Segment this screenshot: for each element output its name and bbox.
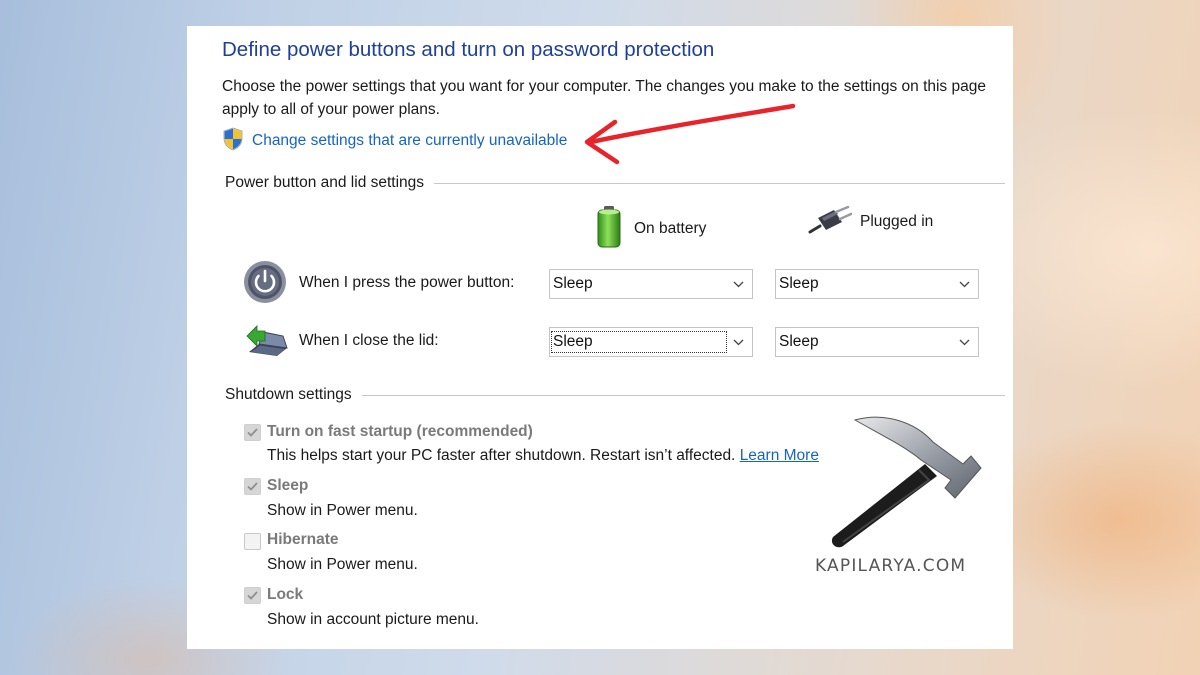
select-value: Sleep: [779, 275, 819, 292]
hibernate-desc: Show in Power menu.: [267, 556, 418, 573]
sleep-title: Sleep: [267, 477, 309, 494]
close-lid-label: When I close the lid:: [299, 332, 439, 349]
change-settings-label: Change settings that are currently unava…: [252, 132, 568, 149]
power-section-label: Power button and lid settings: [225, 174, 425, 191]
chevron-down-icon: [733, 333, 744, 351]
shutdown-section-header: Shutdown settings: [225, 385, 1005, 405]
watermark-text: KAPILARYA.COM: [815, 556, 967, 576]
select-value: Sleep: [553, 275, 593, 292]
fast-startup-desc-text: This helps start your PC faster after sh…: [267, 447, 736, 464]
select-value: Sleep: [779, 333, 819, 350]
fast-startup-desc: This helps start your PC faster after sh…: [267, 447, 819, 465]
plugged-in-label: Plugged in: [860, 212, 934, 230]
fast-startup-checkbox[interactable]: [244, 424, 261, 441]
close-lid-plugged-select[interactable]: Sleep: [775, 327, 979, 357]
change-settings-link[interactable]: Change settings that are currently unava…: [222, 127, 568, 152]
power-button-plugged-select[interactable]: Sleep: [775, 269, 979, 299]
uac-shield-icon: [222, 127, 244, 156]
power-button-battery-select[interactable]: Sleep: [549, 269, 753, 299]
column-on-battery: On battery: [592, 204, 706, 253]
checkmark-icon: [247, 482, 258, 491]
select-value: Sleep: [551, 331, 727, 353]
hibernate-title: Hibernate: [267, 531, 339, 548]
fast-startup-title: Turn on fast startup (recommended): [267, 423, 533, 440]
lock-desc: Show in account picture menu.: [267, 611, 479, 628]
close-lid-battery-select[interactable]: Sleep: [549, 327, 753, 357]
sleep-desc: Show in Power menu.: [267, 502, 418, 519]
lock-checkbox[interactable]: [244, 587, 261, 604]
hammer-logo-icon: [831, 416, 982, 548]
checkmark-icon: [247, 428, 258, 437]
page-title: Define power buttons and turn on passwor…: [222, 38, 715, 61]
sleep-checkbox[interactable]: [244, 478, 261, 495]
hibernate-checkbox[interactable]: [244, 533, 261, 550]
laptop-lid-icon: [243, 322, 289, 367]
shutdown-section-label: Shutdown settings: [225, 386, 352, 403]
power-button-icon: [243, 260, 287, 309]
annotation-arrow-icon: [584, 103, 796, 165]
section-divider: [361, 394, 1005, 396]
power-plug-icon: [808, 204, 853, 239]
column-plugged-in: Plugged in: [808, 204, 933, 239]
control-panel-window: Define power buttons and turn on passwor…: [187, 26, 1013, 649]
on-battery-label: On battery: [634, 219, 707, 237]
battery-icon: [592, 204, 626, 253]
chevron-down-icon: [959, 275, 970, 293]
lock-title: Lock: [267, 586, 304, 603]
power-section-header: Power button and lid settings: [225, 173, 1005, 193]
power-button-label: When I press the power button:: [299, 274, 515, 291]
learn-more-link[interactable]: Learn More: [740, 447, 819, 464]
chevron-down-icon: [733, 275, 744, 293]
chevron-down-icon: [959, 333, 970, 351]
checkmark-icon: [247, 591, 258, 600]
section-divider: [434, 182, 1005, 184]
